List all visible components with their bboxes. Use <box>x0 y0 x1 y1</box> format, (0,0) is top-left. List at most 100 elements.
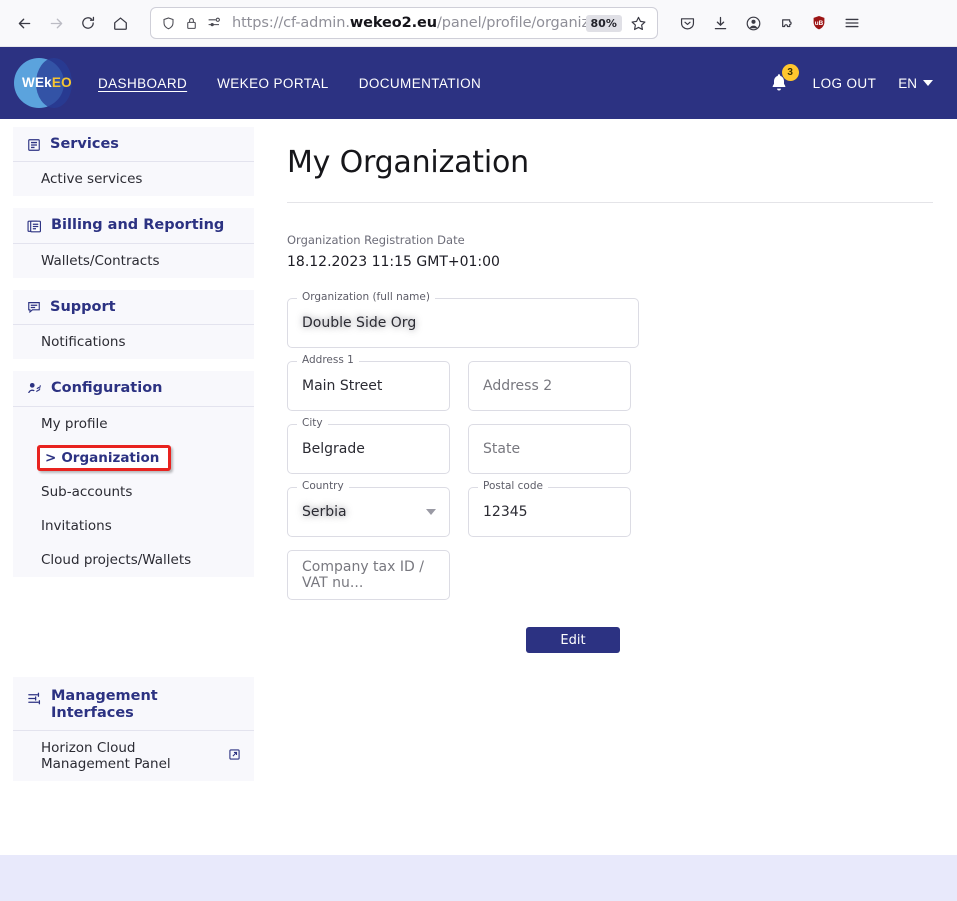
notification-badge: 3 <box>781 64 799 81</box>
pocket-icon[interactable] <box>672 8 702 38</box>
documents-icon <box>27 219 42 234</box>
sidebar-section-title: Management Interfaces <box>51 687 158 721</box>
field-value: Belgrade <box>302 441 365 457</box>
sidebar-section-title: Support <box>50 298 116 315</box>
page-title: My Organization <box>287 145 529 180</box>
sidebar-section-management-interfaces: Management Interfaces Horizon Cloud Mana… <box>13 676 254 782</box>
field-placeholder: Company tax ID / VAT nu... <box>302 559 424 591</box>
primary-nav: DASHBOARD WEKEO PORTAL DOCUMENTATION <box>98 76 481 91</box>
sidebar-item-organization[interactable]: > Organization <box>13 441 254 475</box>
sidebar-item-label: Organization <box>61 449 160 466</box>
registration-date-value: 18.12.2023 11:15 GMT+01:00 <box>287 254 500 270</box>
organization-name-field[interactable]: Organization (full name) Double Side Org <box>287 292 639 348</box>
sidebar-item-my-profile[interactable]: My profile <box>13 407 254 441</box>
browser-toolbar: https://cf-admin.wekeo2.eu/panel/profile… <box>0 0 957 47</box>
downloads-icon[interactable] <box>705 8 735 38</box>
nav-link-dashboard[interactable]: DASHBOARD <box>98 76 187 91</box>
edit-button[interactable]: Edit <box>526 627 620 653</box>
url-prefix: https://cf-admin. <box>232 15 350 31</box>
page-body: Services Active services Billing and Rep… <box>0 119 957 855</box>
sidebar-item-active-services[interactable]: Active services <box>13 162 254 196</box>
sidebar: Services Active services Billing and Rep… <box>0 119 267 855</box>
field-value: Double Side Org <box>302 315 417 331</box>
title-divider <box>287 202 933 203</box>
shield-icon[interactable] <box>161 16 176 31</box>
ublock-icon[interactable]: uB <box>804 8 834 38</box>
page-footer: WEkEO 1.15.3 <box>0 855 957 901</box>
external-link-icon <box>229 748 240 764</box>
app-navbar: WEkEO DASHBOARD WEKEO PORTAL DOCUMENTATI… <box>0 47 957 119</box>
field-label: City <box>297 418 328 429</box>
sidebar-section-header: Management Interfaces <box>13 677 254 732</box>
lock-icon[interactable] <box>185 16 198 31</box>
permissions-icon[interactable] <box>207 16 223 30</box>
sidebar-item-sub-accounts[interactable]: Sub-accounts <box>13 475 254 509</box>
language-label: EN <box>898 75 917 91</box>
country-postal-row: Country Serbia Postal code 12345 <box>287 481 933 537</box>
home-icon <box>112 15 129 32</box>
address2-field[interactable]: Address 2 <box>468 361 631 411</box>
sidebar-section-services: Services Active services <box>13 127 254 197</box>
account-icon[interactable] <box>738 8 768 38</box>
edit-row: Edit <box>287 627 933 653</box>
sidebar-section-title: Billing and Reporting <box>51 217 225 234</box>
vat-row: Company tax ID / VAT nu... <box>287 550 933 600</box>
back-arrow-icon <box>16 15 33 32</box>
sidebar-section-title: Services <box>50 136 119 152</box>
language-selector[interactable]: EN <box>898 76 933 91</box>
sidebar-item-wallets-contracts[interactable]: Wallets/Contracts <box>13 244 254 278</box>
menu-icon[interactable] <box>837 8 867 38</box>
address1-field[interactable]: Address 1 Main Street <box>287 355 450 411</box>
wekeo-logo[interactable]: WEkEO <box>14 54 72 112</box>
org-name-row: Organization (full name) Double Side Org <box>287 292 933 348</box>
nav-link-wekeo-portal[interactable]: WEKEO PORTAL <box>217 76 329 91</box>
address-bar[interactable]: https://cf-admin.wekeo2.eu/panel/profile… <box>150 7 658 39</box>
postal-code-field[interactable]: Postal code 12345 <box>468 481 631 537</box>
home-button[interactable] <box>104 7 136 39</box>
field-value: Serbia <box>302 504 347 520</box>
active-item-highlight: > Organization <box>37 444 172 471</box>
navbar-right: 3 LOG OUT EN <box>767 64 933 98</box>
field-value: 12345 <box>483 504 528 520</box>
reload-button[interactable] <box>72 7 104 39</box>
notifications-button[interactable]: 3 <box>767 64 799 98</box>
reload-icon <box>80 15 96 31</box>
nav-link-documentation[interactable]: DOCUMENTATION <box>359 76 481 91</box>
main-content: My Organization Organization Registratio… <box>267 119 957 855</box>
address-row: Address 1 Main Street Address 2 <box>287 355 933 411</box>
city-state-row: City Belgrade State <box>287 418 933 474</box>
logout-button[interactable]: LOG OUT <box>813 76 877 91</box>
back-button[interactable] <box>8 7 40 39</box>
vat-field[interactable]: Company tax ID / VAT nu... <box>287 550 450 600</box>
browser-toolbar-icons: uB <box>672 8 867 38</box>
sidebar-item-label: Horizon Cloud Management Panel <box>41 740 171 773</box>
sidebar-item-cloud-projects-wallets[interactable]: Cloud projects/Wallets <box>13 543 254 577</box>
active-marker: > <box>45 449 57 466</box>
sidebar-item-invitations[interactable]: Invitations <box>13 509 254 543</box>
city-field[interactable]: City Belgrade <box>287 418 450 474</box>
sidebar-section-header: Support <box>13 290 254 326</box>
field-label: Address 1 <box>297 355 359 366</box>
sidebar-section-configuration: Configuration My profile > Organization … <box>13 371 254 577</box>
zoom-level-badge[interactable]: 80% <box>585 14 622 32</box>
forward-arrow-icon <box>48 15 65 32</box>
url-path: /panel/profile/organiza <box>436 15 586 31</box>
field-label: Postal code <box>478 481 548 492</box>
forward-button[interactable] <box>40 7 72 39</box>
star-icon[interactable] <box>626 15 651 32</box>
url-text[interactable]: https://cf-admin.wekeo2.eu/panel/profile… <box>232 8 586 38</box>
sidebar-section-title: Configuration <box>51 380 163 397</box>
field-placeholder: State <box>483 441 521 457</box>
field-placeholder: Address 2 <box>483 378 553 394</box>
registration-date-label: Organization Registration Date <box>287 233 465 247</box>
sidebar-section-support: Support Notifications <box>13 289 254 360</box>
user-settings-icon <box>27 381 42 396</box>
chevron-down-icon <box>426 509 436 515</box>
extension-icon[interactable] <box>771 8 801 38</box>
url-domain: wekeo2.eu <box>349 15 437 31</box>
sidebar-item-horizon-cloud-management-panel[interactable]: Horizon Cloud Management Panel <box>13 731 254 781</box>
sidebar-section-billing: Billing and Reporting Wallets/Contracts <box>13 208 254 278</box>
state-field[interactable]: State <box>468 424 631 474</box>
sidebar-item-notifications[interactable]: Notifications <box>13 325 254 359</box>
country-select[interactable]: Country Serbia <box>287 481 450 537</box>
